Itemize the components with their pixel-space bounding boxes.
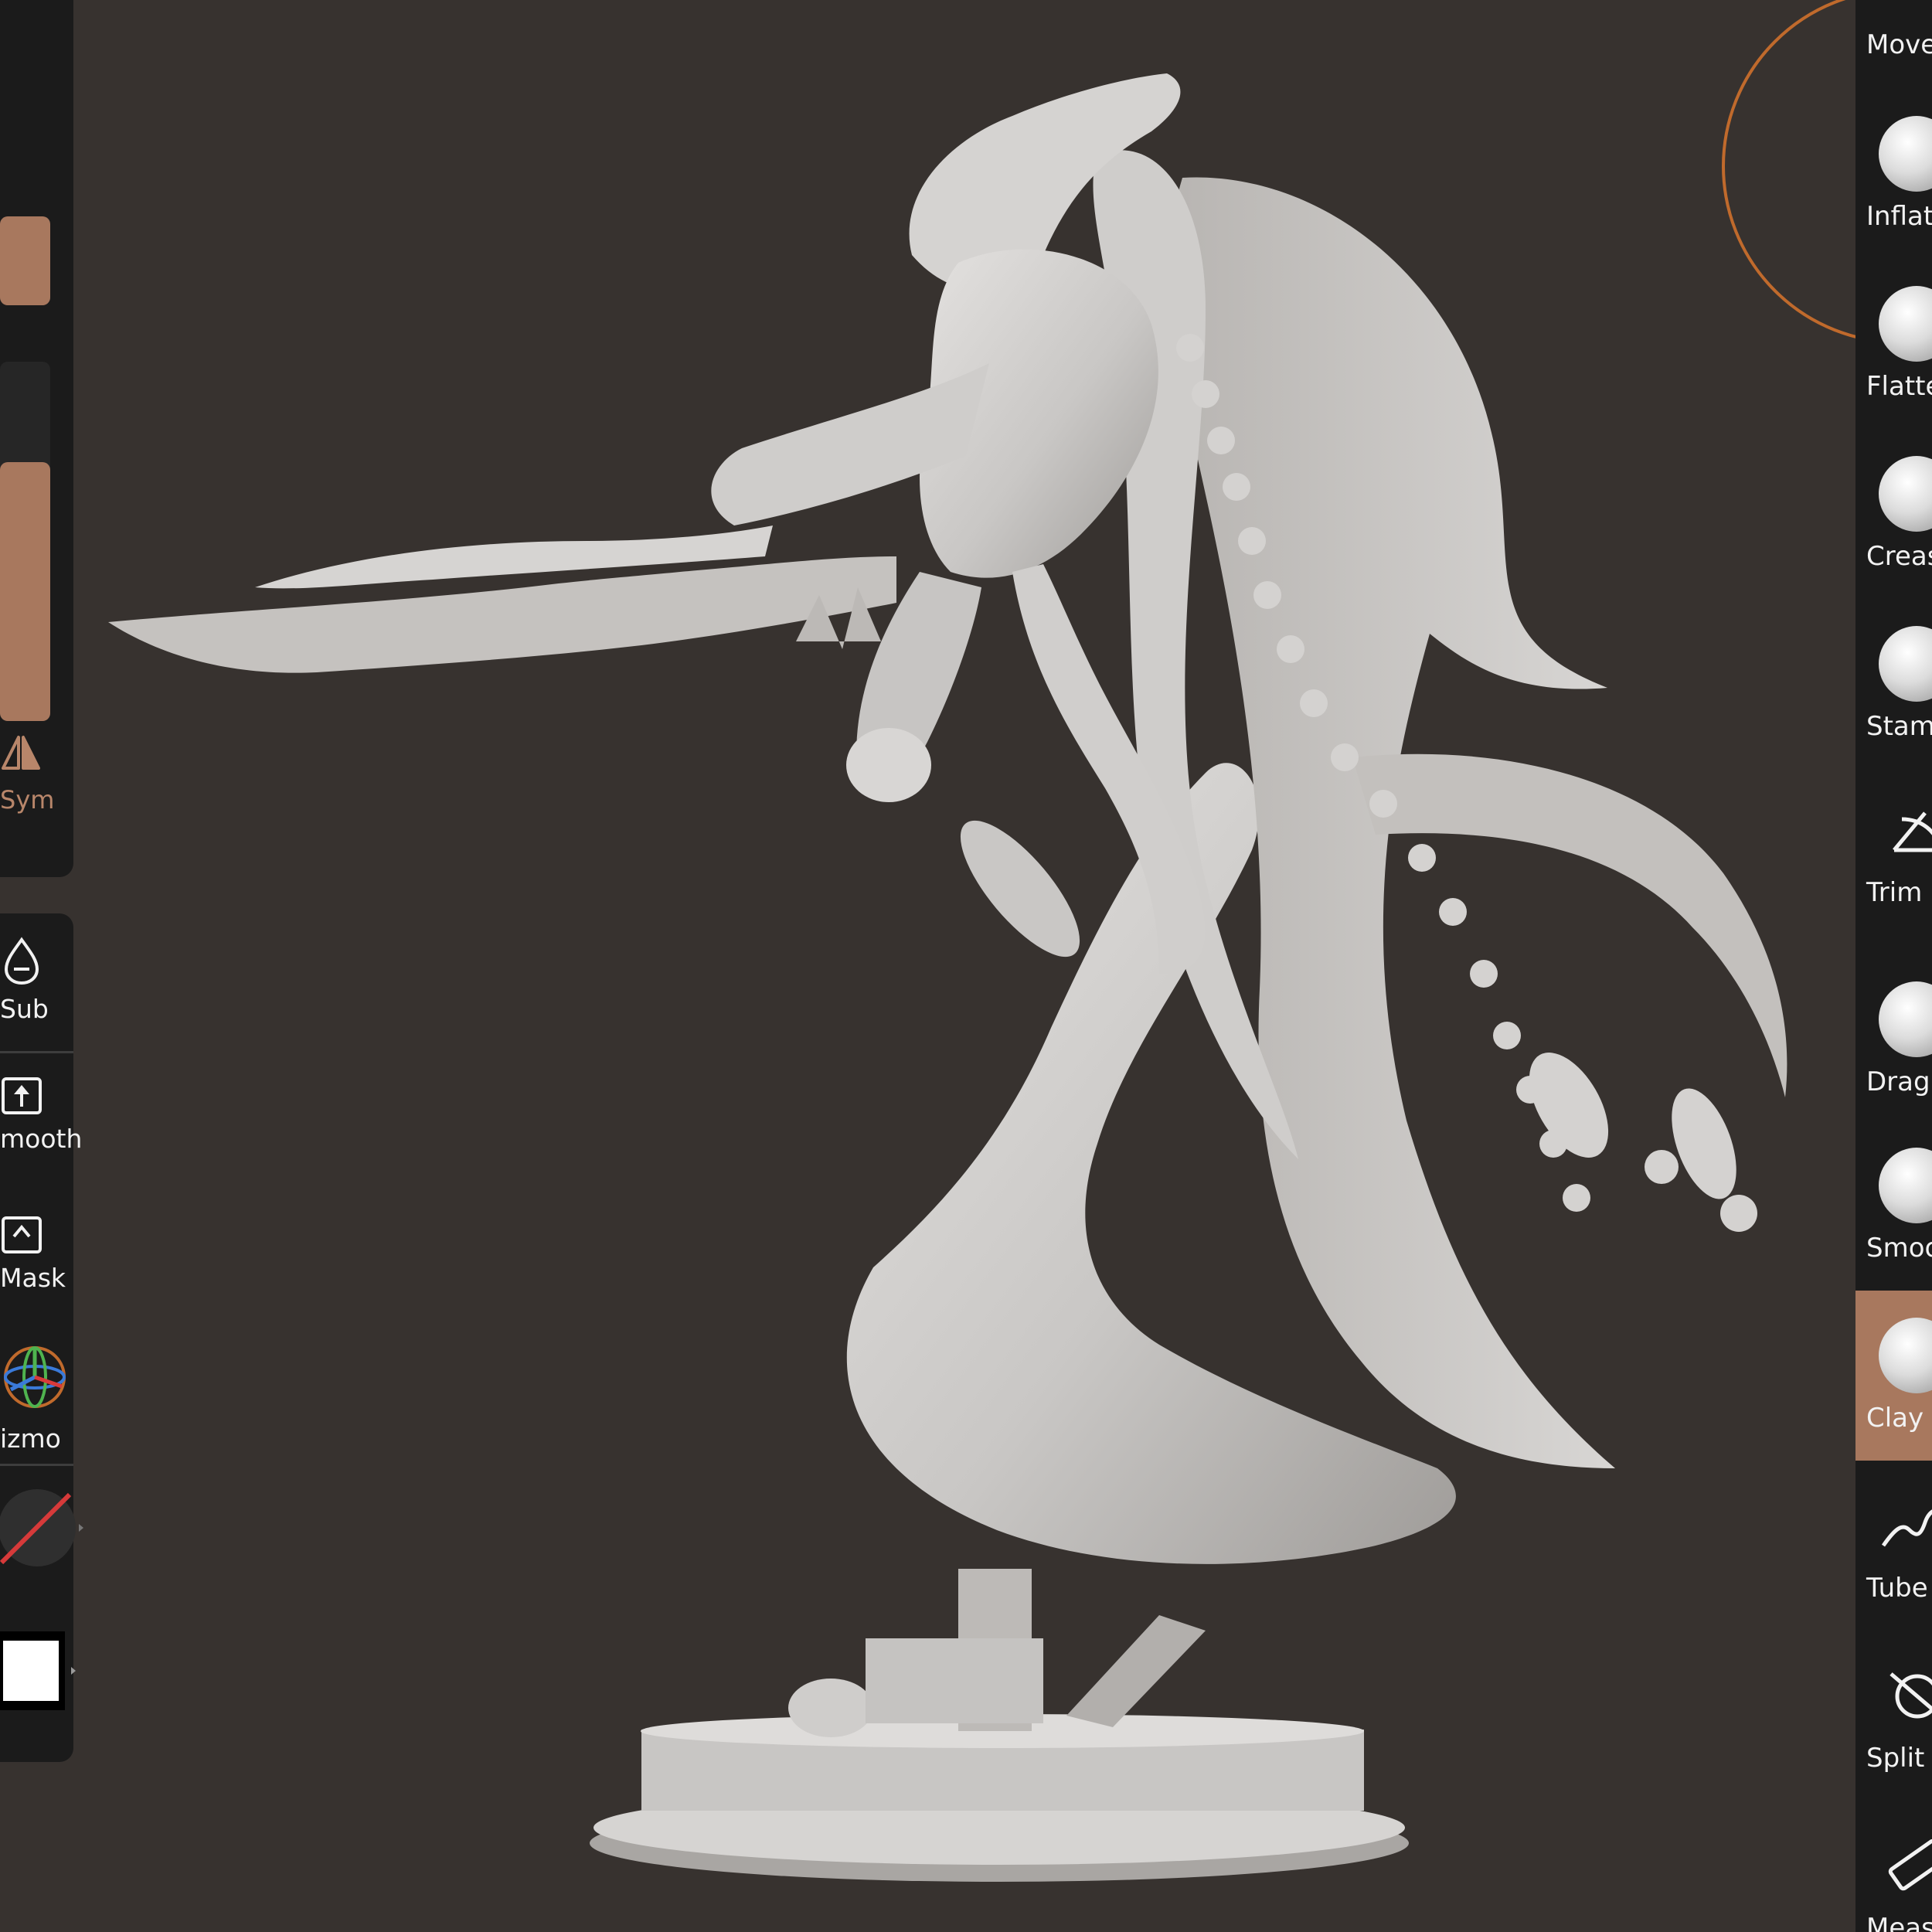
- trim-brush-icon: [1893, 811, 1932, 852]
- ruins-slab: [1066, 1615, 1206, 1727]
- brush-stamp[interactable]: Stam: [1855, 626, 1932, 796]
- brush-label: Trim: [1866, 877, 1923, 908]
- brush-intensity-slider-fill: [0, 462, 50, 721]
- ruler-icon: [1888, 1839, 1932, 1891]
- sculpt-viewport[interactable]: [0, 0, 1932, 1932]
- brush-clay[interactable]: Clay: [1855, 1291, 1932, 1461]
- material-button[interactable]: [0, 1485, 83, 1573]
- mask-button[interactable]: Mask: [0, 1215, 77, 1293]
- figure-shin: [960, 820, 1080, 957]
- brush-flatten[interactable]: Flatte: [1855, 286, 1932, 456]
- drop-minus-icon: [4, 937, 39, 985]
- brush-measure[interactable]: Measu: [1855, 1839, 1932, 1932]
- brush-label: Creas: [1866, 541, 1932, 572]
- smooth-brush-icon: [1879, 1148, 1932, 1223]
- brush-split[interactable]: Split: [1855, 1669, 1932, 1839]
- brush-radius-slider[interactable]: [0, 216, 50, 305]
- figure-knee: [846, 728, 931, 802]
- smooth-label: mooth: [0, 1124, 83, 1154]
- brush-inflate[interactable]: Inflat: [1855, 116, 1932, 286]
- tube-brush-icon: [1881, 1509, 1932, 1547]
- brush-label: Clay: [1866, 1403, 1924, 1434]
- stamp-brush-icon: [1879, 626, 1932, 702]
- brush-intensity-slider[interactable]: [0, 362, 50, 721]
- brush-move[interactable]: Move: [1855, 0, 1932, 62]
- sub-button[interactable]: Sub: [0, 937, 77, 1024]
- gizmo-button[interactable]: izmo: [0, 1338, 77, 1454]
- brush-label: Stam: [1866, 711, 1932, 742]
- sculpt-model[interactable]: [108, 73, 1787, 1882]
- brush-radius-slider-fill: [0, 216, 50, 305]
- brush-tube[interactable]: Tube: [1855, 1499, 1932, 1669]
- symmetry-button[interactable]: Sym: [0, 734, 70, 815]
- brush-trim[interactable]: Trim: [1855, 804, 1932, 974]
- skull: [788, 1679, 873, 1737]
- color-swatch-icon: [0, 1631, 76, 1710]
- symmetry-label: Sym: [0, 785, 55, 815]
- drag-brush-icon: [1879, 981, 1932, 1057]
- split-brush-icon: [1889, 1672, 1932, 1719]
- clay-brush-icon: [1879, 1318, 1932, 1393]
- brush-label: Smoo: [1866, 1233, 1932, 1264]
- gizmo-label: izmo: [0, 1423, 61, 1454]
- app-window: Sym Sub mooth Mask izmo Move Inflat Flat…: [0, 0, 1932, 1932]
- upload-box-icon: [2, 1077, 42, 1114]
- material-sphere-icon: [0, 1489, 83, 1566]
- brush-label: Tube: [1866, 1573, 1928, 1604]
- separator: [0, 1051, 73, 1053]
- sub-label: Sub: [0, 994, 49, 1024]
- ruins-stairs: [866, 1638, 1043, 1723]
- color-swatch-button[interactable]: [0, 1628, 77, 1716]
- brush-toolbar: Move Inflat Flatte Creas Stam Trim Dr: [1855, 0, 1932, 1932]
- inflate-brush-icon: [1879, 116, 1932, 192]
- flatten-brush-icon: [1879, 286, 1932, 362]
- left-bottom-toolbar: Sub mooth Mask izmo: [0, 913, 83, 1762]
- left-top-toolbar: Sym: [0, 0, 73, 877]
- brush-crease[interactable]: Creas: [1855, 456, 1932, 626]
- mask-label: Mask: [0, 1263, 66, 1293]
- crease-brush-icon: [1879, 456, 1932, 532]
- brush-label: Move: [1866, 29, 1932, 60]
- separator: [0, 1464, 73, 1466]
- brush-label: Flatte: [1866, 371, 1932, 402]
- brush-label: Drag: [1866, 1066, 1930, 1097]
- gizmo-icon: [4, 1346, 66, 1408]
- brush-drag[interactable]: Drag: [1855, 981, 1932, 1151]
- brush-label: Split: [1866, 1743, 1925, 1774]
- brush-label: Inflat: [1866, 201, 1932, 232]
- symmetry-icon: [2, 736, 40, 770]
- tentacle-right: [1352, 753, 1787, 1097]
- brush-label: Measu: [1866, 1913, 1932, 1932]
- smooth-toggle-button[interactable]: mooth: [0, 1076, 83, 1154]
- caret-box-icon: [2, 1216, 42, 1253]
